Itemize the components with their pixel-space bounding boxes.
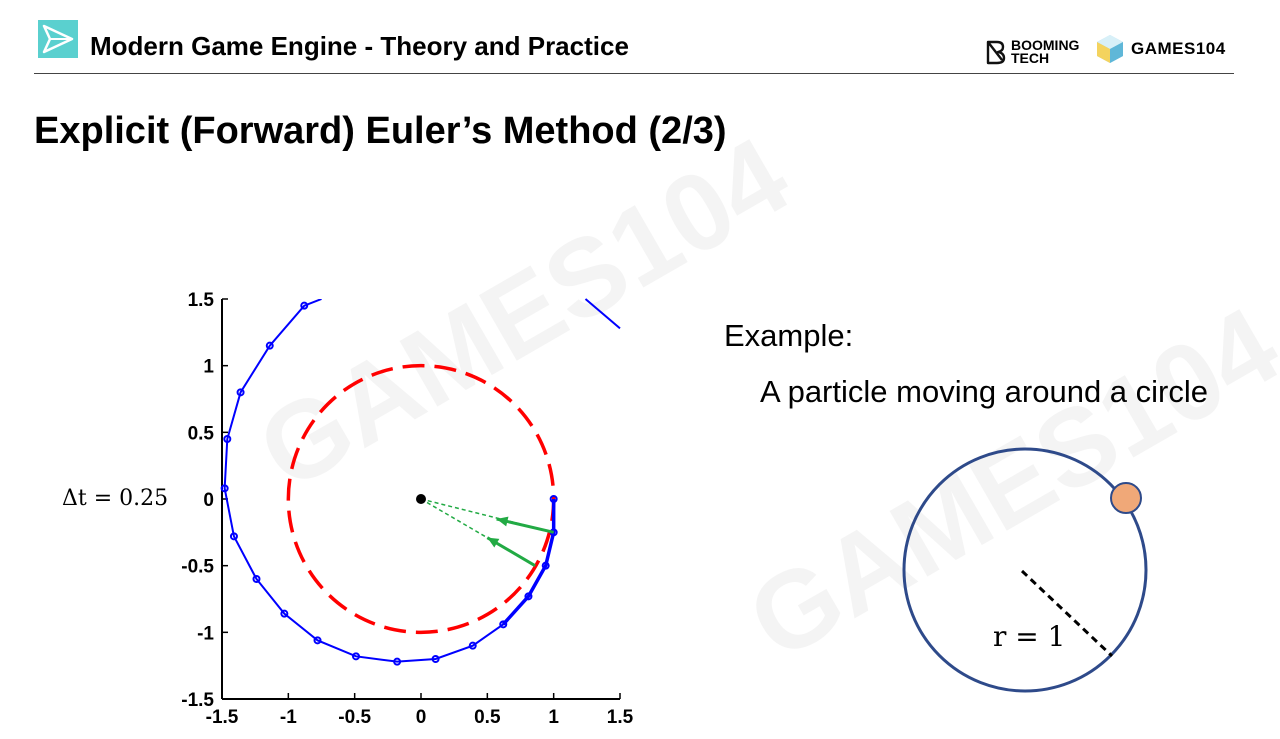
particle bbox=[1110, 482, 1142, 514]
circle-diagram bbox=[902, 447, 1148, 693]
radius-label: r = 1 bbox=[993, 620, 1066, 653]
